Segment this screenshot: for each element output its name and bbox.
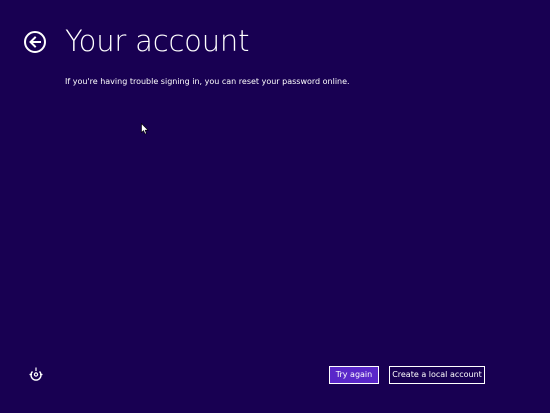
try-again-button[interactable]: Try again <box>329 366 379 384</box>
create-local-account-button[interactable]: Create a local account <box>389 366 485 384</box>
ease-of-access-icon[interactable] <box>29 367 43 381</box>
back-button[interactable] <box>24 31 46 53</box>
reset-password-message: If you're having trouble signing in, you… <box>65 77 350 86</box>
back-arrow-icon <box>29 36 41 48</box>
page-title: Your account <box>65 24 250 58</box>
mouse-cursor-icon <box>141 123 149 135</box>
